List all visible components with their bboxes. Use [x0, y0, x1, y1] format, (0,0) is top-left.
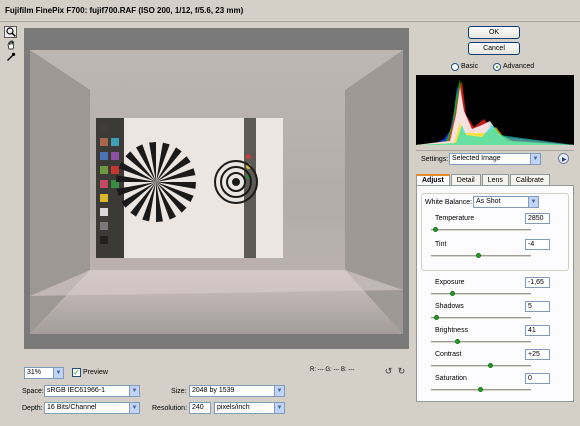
exposure-slider-thumb[interactable] [450, 291, 455, 296]
settings-value: Selected Image [452, 155, 501, 162]
brightness-label: Brightness [435, 327, 469, 334]
cancel-button[interactable]: Cancel [468, 42, 520, 55]
tint-input[interactable]: -4 [525, 239, 550, 250]
advanced-radio[interactable] [493, 63, 501, 71]
shadows-slider-thumb[interactable] [434, 315, 439, 320]
play-icon: ▶ [562, 157, 567, 163]
rotate-right-icon[interactable]: ↻ [397, 367, 406, 376]
shadows-label: Shadows [435, 303, 464, 310]
white-balance-eyedropper-icon[interactable] [4, 51, 17, 63]
tint-label: Tint [435, 241, 447, 248]
saturation-label: Saturation [435, 375, 467, 382]
white-balance-value: As Shot [476, 198, 501, 205]
preview-checkbox[interactable]: ✓ [72, 368, 81, 377]
rotate-left-icon[interactable]: ↺ [384, 367, 393, 376]
chevron-down-icon: ▼ [129, 403, 139, 413]
preview-photo [30, 50, 403, 334]
shadows-slider[interactable] [431, 315, 531, 320]
saturation-input[interactable]: 0 [525, 373, 550, 384]
zoom-level-value: 31% [27, 369, 42, 376]
preview-label: Preview [83, 369, 108, 376]
tint-slider-thumb[interactable] [476, 253, 481, 258]
temperature-slider-thumb[interactable] [433, 227, 438, 232]
histogram [416, 75, 574, 145]
space-value: sRGB IEC61966-1 [47, 387, 105, 394]
chevron-down-icon: ▼ [129, 386, 139, 396]
advanced-label: Advanced [503, 63, 535, 70]
contrast-slider-thumb[interactable] [488, 363, 493, 368]
chevron-down-icon: ▼ [274, 386, 284, 396]
chevron-down-icon: ▼ [530, 154, 540, 164]
resolution-unit-value: pixels/inch [217, 404, 250, 411]
title-bar: Fujifilm FinePix F700: fujif700.RAF (ISO… [0, 0, 580, 22]
depth-label: Depth: [22, 405, 43, 412]
test-chart [96, 118, 283, 258]
brightness-slider-thumb[interactable] [455, 339, 460, 344]
chevron-down-icon: ▼ [528, 197, 538, 207]
size-select[interactable]: 2048 by 1539 ▼ [189, 385, 285, 397]
depth-select[interactable]: 16 Bits/Channel ▼ [44, 402, 140, 414]
contrast-label: Contrast [435, 351, 462, 358]
basic-radio[interactable] [451, 63, 459, 71]
exposure-input[interactable]: -1,65 [525, 277, 550, 288]
exposure-label: Exposure [435, 279, 465, 286]
size-label: Size: [171, 388, 187, 395]
resolution-input[interactable]: 240 [189, 402, 211, 414]
temperature-slider[interactable] [431, 227, 531, 232]
rgb-readout: R: --- G: --- B: --- [310, 367, 355, 373]
temperature-label: Temperature [435, 215, 475, 222]
temperature-input[interactable]: 2850 [525, 213, 550, 224]
adjust-panel: White Balance: As Shot ▼ Temperature 2850… [416, 185, 574, 402]
saturation-slider-thumb[interactable] [478, 387, 483, 392]
brightness-input[interactable]: 41 [525, 325, 550, 336]
brightness-slider[interactable] [431, 339, 531, 344]
chevron-down-icon: ▼ [274, 403, 284, 413]
depth-value: 16 Bits/Channel [47, 404, 97, 411]
divider [416, 150, 574, 151]
zoom-level-select[interactable]: 31% ▼ [24, 367, 64, 379]
chevron-down-icon: ▼ [53, 368, 63, 378]
ok-button[interactable]: OK [468, 26, 520, 39]
saturation-slider[interactable] [431, 387, 531, 392]
space-label: Space: [22, 388, 44, 395]
contrast-slider[interactable] [431, 363, 531, 368]
basic-label: Basic [461, 63, 479, 70]
contrast-input[interactable]: +25 [525, 349, 550, 360]
tint-slider[interactable] [431, 253, 531, 258]
size-value: 2048 by 1539 [192, 387, 235, 394]
settings-select[interactable]: Selected Image ▼ [449, 153, 541, 165]
tool-strip [3, 24, 19, 64]
white-balance-label: White Balance: [425, 199, 473, 206]
settings-label: Settings: [421, 156, 449, 163]
zoom-tool-icon[interactable] [4, 26, 17, 38]
hand-tool-icon[interactable] [4, 39, 17, 51]
shadows-input[interactable]: 5 [525, 301, 550, 312]
settings-menu-button[interactable]: ▶ [558, 153, 569, 164]
white-balance-select[interactable]: As Shot ▼ [473, 196, 539, 208]
resolution-label: Resolution: [152, 405, 188, 412]
space-select[interactable]: sRGB IEC61966-1 ▼ [44, 385, 140, 397]
preview-area[interactable] [24, 28, 409, 349]
window-title: Fujifilm FinePix F700: fujif700.RAF (ISO… [5, 6, 244, 15]
resolution-unit-select[interactable]: pixels/inch ▼ [214, 402, 285, 414]
exposure-slider[interactable] [431, 291, 531, 296]
target-ring [232, 178, 240, 186]
histogram-graph [416, 79, 574, 145]
